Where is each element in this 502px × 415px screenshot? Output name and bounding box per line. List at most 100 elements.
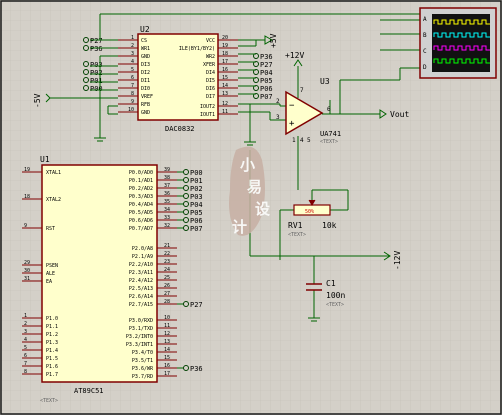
u1-pin-name: P3.2/INT0 [126,334,153,340]
u3-pin-7: 7 [300,87,304,94]
u1-pin-number: 24 [164,267,170,273]
u2-pin-name: WR2 [206,54,215,60]
u1-pin-name: XTAL2 [46,197,61,203]
u2-pin-number: 13 [222,91,228,97]
u1-pin-name: P0.4/AD4 [129,202,153,208]
u1-pin-name: P2.1/A9 [132,254,153,260]
u1-pin-number: 23 [164,259,170,265]
u1-pin-number: 22 [164,251,170,257]
u2-ref-label: U2 [140,25,150,34]
u3-pin-5: 5 [307,137,311,144]
u2-pin-number: 17 [222,59,228,65]
u2-pin-name: IOUT1 [200,112,215,118]
u1-pin-number: 26 [164,283,170,289]
u2-pin-number: 14 [222,83,228,89]
u1-P07-terminal-label: P07 [190,225,203,233]
u2-pin-number: 20 [222,35,228,41]
plus12-label: +12V [285,51,304,60]
watermark-char-2: 易 [247,178,262,196]
u1-pin-number: 12 [164,331,170,337]
rv1-value-label: 10k [322,221,337,230]
u1-pin-number: 7 [24,361,27,367]
u3-minus-sign: − [289,101,295,111]
u1-pin-name: P2.6/A14 [129,294,153,300]
scope-trace-2 [433,32,490,38]
u2-right-P07-terminal-label: P07 [260,93,273,101]
u1-pin-name: RST [46,226,55,232]
scope-channel-c: C [423,48,427,55]
c1-ref-label: C1 [326,279,336,288]
u1-ref-label: U1 [40,155,50,164]
u1-pin-number: 13 [164,339,170,345]
u1-pin-name: P2.2/A10 [129,262,153,268]
u2-pin-name: VCC [206,38,215,44]
u1-pin-name: P1.0 [46,316,58,322]
u2-pin-number: 5 [131,67,134,73]
u2-pin-number: 16 [222,67,228,73]
oscilloscope[interactable]: A B C D [419,7,497,79]
u1-pin-name: P3.0/RXD [129,318,153,324]
u2-pin-name: DI7 [206,94,215,100]
u1-pin-name: PSEN [46,263,58,269]
u1-pin-name: P2.7/A15 [129,302,153,308]
u2-pin-name: DI0 [141,86,150,92]
c1-text-tag: <TEXT> [326,302,344,308]
u2-pin-name: ILE(BY1/BY2) [179,46,215,52]
u1-pin-name: P3.1/TXD [129,326,153,332]
u1-pin-number: 3 [24,329,27,335]
u1-pin-number: 5 [24,345,27,351]
u1-pin-number: 27 [164,291,170,297]
u1-pin-number: 29 [24,260,30,266]
scope-trace-1 [433,19,490,25]
u2-pin-number: 9 [131,99,134,105]
u1-pin-number: 37 [164,183,170,189]
scope-channel-b: B [423,32,427,39]
u1-pin-name: P1.6 [46,364,58,370]
u3-part-label: UA741 [320,130,341,138]
watermark-char-3: 设 [255,200,270,218]
rv1-text-tag: <TEXT> [288,232,306,238]
u2-left-P03-terminal-label: P03 [90,61,103,69]
u2-pin-number: 18 [222,51,228,57]
u1-P03-terminal-label: P03 [190,193,203,201]
scope-channel-d: D [423,64,427,71]
u1-pin-number: 1 [24,313,27,319]
u1-pin-name: P2.3/A11 [129,270,153,276]
u1-pin-name: P1.5 [46,356,58,362]
u2-left-P00-terminal-label: P00 [90,85,103,93]
u3-plus-sign: + [289,119,295,129]
rv1-position: 50% [305,209,314,215]
scope-channel-a: A [423,16,427,23]
u2-pin-name: RFB [141,102,150,108]
plus5-label: +5V [269,33,278,48]
u1-pin-name: P2.5/A13 [129,286,153,292]
u2-pin-name: IOUT2 [200,104,215,110]
u3-ref-label: U3 [320,77,330,86]
u2-left-P27-terminal-label: P27 [90,37,103,45]
u1-pin-number: 35 [164,199,170,205]
minus5-label: -5V [33,93,42,108]
u1-P05-terminal-label: P05 [190,209,203,217]
u2-pin-number: 1 [131,35,134,41]
u2-pin-name: XFER [203,62,216,68]
u1-P36-terminal-label: P36 [190,365,203,373]
u2-pin-number: 19 [222,43,228,49]
u1-pin-name: P0.6/AD6 [129,218,153,224]
u3-pin-6: 6 [327,106,331,113]
u1-P04-terminal-label: P04 [190,201,203,209]
u3-pin-3: 3 [276,114,280,121]
u1-pin-name: EA [46,279,52,285]
u1-pin-name: ALE [46,271,55,277]
u1-pin-number: 25 [164,275,170,281]
u1-pin-number: 9 [24,223,27,229]
u3-pin-4: 4 [300,137,304,144]
u1-pin-name: P1.7 [46,372,58,378]
u1-pin-name: P1.2 [46,332,58,338]
u3-text-tag: <TEXT> [320,139,338,145]
u1-pin-name: P2.0/A8 [132,246,153,252]
u1-pin-number: 4 [24,337,27,343]
u1-pin-name: P0.5/AD5 [129,210,153,216]
u1-pin-number: 32 [164,223,170,229]
u1-pin-number: 6 [24,353,27,359]
u2-right-P27-terminal-label: P27 [260,61,273,69]
